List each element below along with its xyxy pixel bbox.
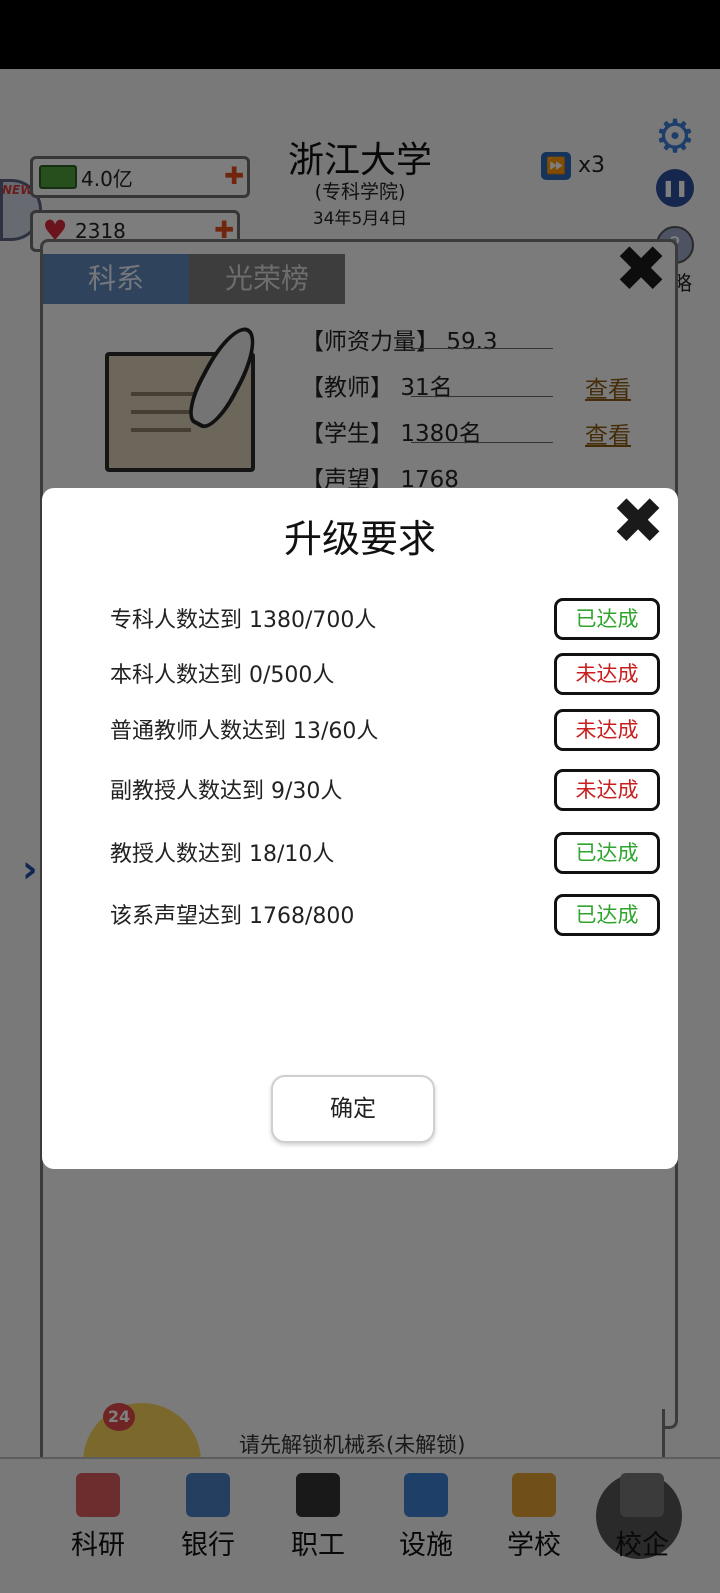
requirement-text: 教授人数达到 18/10人: [110, 842, 335, 867]
close-icon[interactable]: ✖: [610, 490, 666, 554]
requirement-row: 该系声望达到 1768/800 已达成: [110, 894, 660, 940]
status-badge: 已达成: [554, 832, 660, 874]
requirement-text: 普通教师人数达到 13/60人: [110, 719, 379, 744]
requirement-row: 副教授人数达到 9/30人 未达成: [110, 769, 660, 815]
status-badge: 未达成: [554, 769, 660, 811]
status-badge: 已达成: [554, 894, 660, 936]
status-badge: 已达成: [554, 598, 660, 640]
requirement-row: 本科人数达到 0/500人 未达成: [110, 653, 660, 699]
requirement-text: 副教授人数达到 9/30人: [110, 779, 343, 804]
upgrade-requirements-dialog: 升级要求 ✖ 专科人数达到 1380/700人 已达成 本科人数达到 0/500…: [42, 488, 678, 1169]
status-bar: [0, 0, 720, 69]
requirement-text: 本科人数达到 0/500人: [110, 663, 335, 688]
requirement-row: 专科人数达到 1380/700人 已达成: [110, 598, 660, 644]
confirm-button[interactable]: 确定: [271, 1075, 435, 1143]
requirement-row: 教授人数达到 18/10人 已达成: [110, 832, 660, 878]
status-badge: 未达成: [554, 653, 660, 695]
requirement-row: 普通教师人数达到 13/60人 未达成: [110, 709, 660, 755]
status-badge: 未达成: [554, 709, 660, 751]
dialog-title: 升级要求: [283, 517, 436, 561]
requirement-text: 专科人数达到 1380/700人: [110, 608, 377, 633]
requirement-text: 该系声望达到 1768/800: [110, 904, 355, 929]
